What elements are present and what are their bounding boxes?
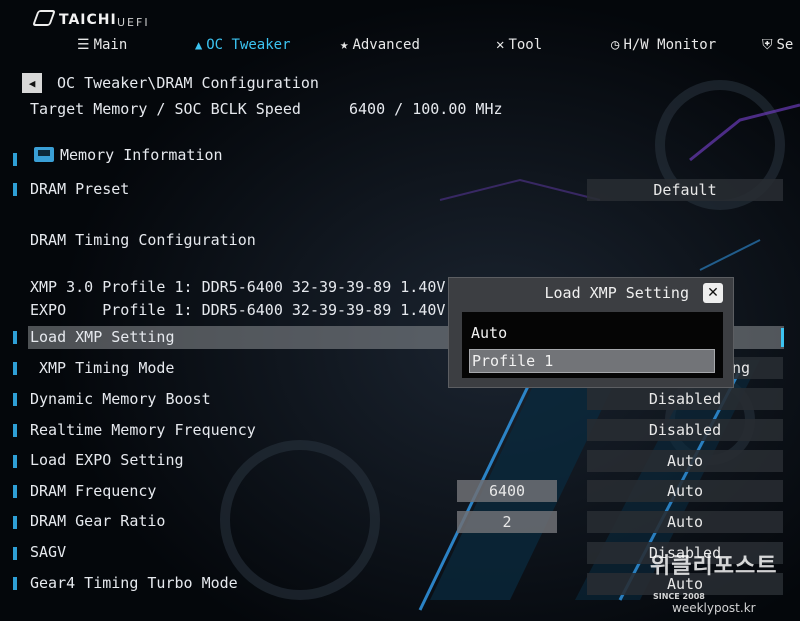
star-icon: ★ xyxy=(340,37,349,53)
memory-information-item[interactable]: Memory Information xyxy=(34,146,223,164)
back-button[interactable]: ◀ xyxy=(22,73,42,93)
dialog-option-list: Auto Profile 1 xyxy=(462,312,723,378)
option-profile-1[interactable]: Profile 1 xyxy=(469,349,715,373)
watermark: 위클리포스트 SINCE 2008 weeklypost.kr xyxy=(650,548,800,615)
row-marker xyxy=(13,424,17,437)
realtime-memory-frequency-value[interactable]: Disabled xyxy=(587,419,783,441)
row-marker xyxy=(13,547,17,560)
watermark-since: SINCE 2008 xyxy=(653,592,705,601)
gear4-timing-turbo-mode-label: Gear4 Timing Turbo Mode xyxy=(30,574,238,592)
realtime-memory-frequency-label: Realtime Memory Frequency xyxy=(30,421,256,439)
row-marker xyxy=(13,455,17,468)
sagv-label: SAGV xyxy=(30,543,67,561)
tab-advanced[interactable]: ★ Advanced xyxy=(340,37,420,53)
uefi-label: UEFI xyxy=(117,16,150,29)
tab-security-label: Se xyxy=(776,37,794,53)
xmp-timing-mode-label: XMP Timing Mode xyxy=(39,359,175,377)
load-xmp-setting-label[interactable]: Load XMP Setting xyxy=(30,328,175,346)
dialog-title: Load XMP Setting xyxy=(544,284,690,302)
tab-security[interactable]: ⛨ Se xyxy=(762,37,793,53)
dynamic-memory-boost-label: Dynamic Memory Boost xyxy=(30,390,211,408)
memory-icon xyxy=(34,147,54,162)
selection-edge xyxy=(781,328,784,347)
close-button[interactable]: ✕ xyxy=(703,283,723,303)
flame-icon: ▲ xyxy=(195,38,203,52)
row-marker xyxy=(13,485,17,498)
dram-preset-value[interactable]: Default xyxy=(587,179,783,201)
dram-frequency-label: DRAM Frequency xyxy=(30,482,157,500)
tab-main[interactable]: ☰ Main xyxy=(77,37,127,53)
dram-gear-ratio-value[interactable]: Auto xyxy=(587,511,783,533)
taichi-logo: TAICHI xyxy=(32,10,117,28)
row-marker xyxy=(13,516,17,529)
logo-mark-icon xyxy=(32,10,56,26)
tools-icon: ✕ xyxy=(496,37,505,53)
tab-tool-label: Tool xyxy=(508,37,543,53)
watermark-url: weeklypost.kr xyxy=(672,601,756,615)
dram-preset-label: DRAM Preset xyxy=(30,180,130,198)
xmp-profile-info: XMP 3.0 Profile 1: DDR5-6400 32-39-39-89… xyxy=(30,278,491,296)
back-arrow-icon: ◀ xyxy=(28,76,36,90)
dram-gear-ratio-label: DRAM Gear Ratio xyxy=(30,512,166,530)
gauge-icon: ◷ xyxy=(611,37,620,53)
option-auto[interactable]: Auto xyxy=(469,321,507,345)
dram-timing-config-heading: DRAM Timing Configuration xyxy=(30,231,256,249)
breadcrumb-path: OC Tweaker\DRAM Configuration xyxy=(57,74,319,92)
dram-frequency-current: 6400 xyxy=(457,480,557,502)
watermark-brand: 위클리포스트 xyxy=(650,554,778,579)
list-icon: ☰ xyxy=(77,37,90,53)
dynamic-memory-boost-value[interactable]: Disabled xyxy=(587,388,783,410)
tab-main-label: Main xyxy=(93,37,128,53)
target-memory-label: Target Memory / SOC BCLK Speed xyxy=(30,100,301,118)
tab-oc-tweaker[interactable]: ▲ OC Tweaker xyxy=(195,37,291,53)
expo-profile-info: EXPO Profile 1: DDR5-6400 32-39-39-89 1.… xyxy=(30,301,491,319)
tab-hw-monitor-label: H/W Monitor xyxy=(623,37,717,53)
tab-hw-monitor[interactable]: ◷ H/W Monitor xyxy=(611,37,716,53)
memory-information-label: Memory Information xyxy=(60,146,223,164)
tab-oc-tweaker-label: OC Tweaker xyxy=(206,37,291,53)
row-marker xyxy=(13,183,17,196)
close-icon: ✕ xyxy=(707,285,719,301)
row-marker xyxy=(13,331,17,344)
target-memory-value: 6400 / 100.00 MHz xyxy=(349,100,503,118)
shield-icon: ⛨ xyxy=(762,37,773,53)
load-xmp-setting-dialog: Load XMP Setting ✕ Auto Profile 1 xyxy=(448,277,734,388)
breadcrumb: ◀ OC Tweaker\DRAM Configuration xyxy=(22,73,319,93)
row-marker xyxy=(13,577,17,590)
row-marker xyxy=(13,393,17,406)
load-expo-setting-label: Load EXPO Setting xyxy=(30,451,184,469)
logo-text: TAICHI xyxy=(59,12,117,28)
row-marker xyxy=(13,362,17,375)
row-marker xyxy=(13,153,17,166)
load-expo-setting-value[interactable]: Auto xyxy=(587,450,783,472)
dram-gear-ratio-current: 2 xyxy=(457,511,557,533)
tab-tool[interactable]: ✕ Tool xyxy=(496,37,542,53)
tab-advanced-label: Advanced xyxy=(352,37,420,53)
dram-frequency-value[interactable]: Auto xyxy=(587,480,783,502)
